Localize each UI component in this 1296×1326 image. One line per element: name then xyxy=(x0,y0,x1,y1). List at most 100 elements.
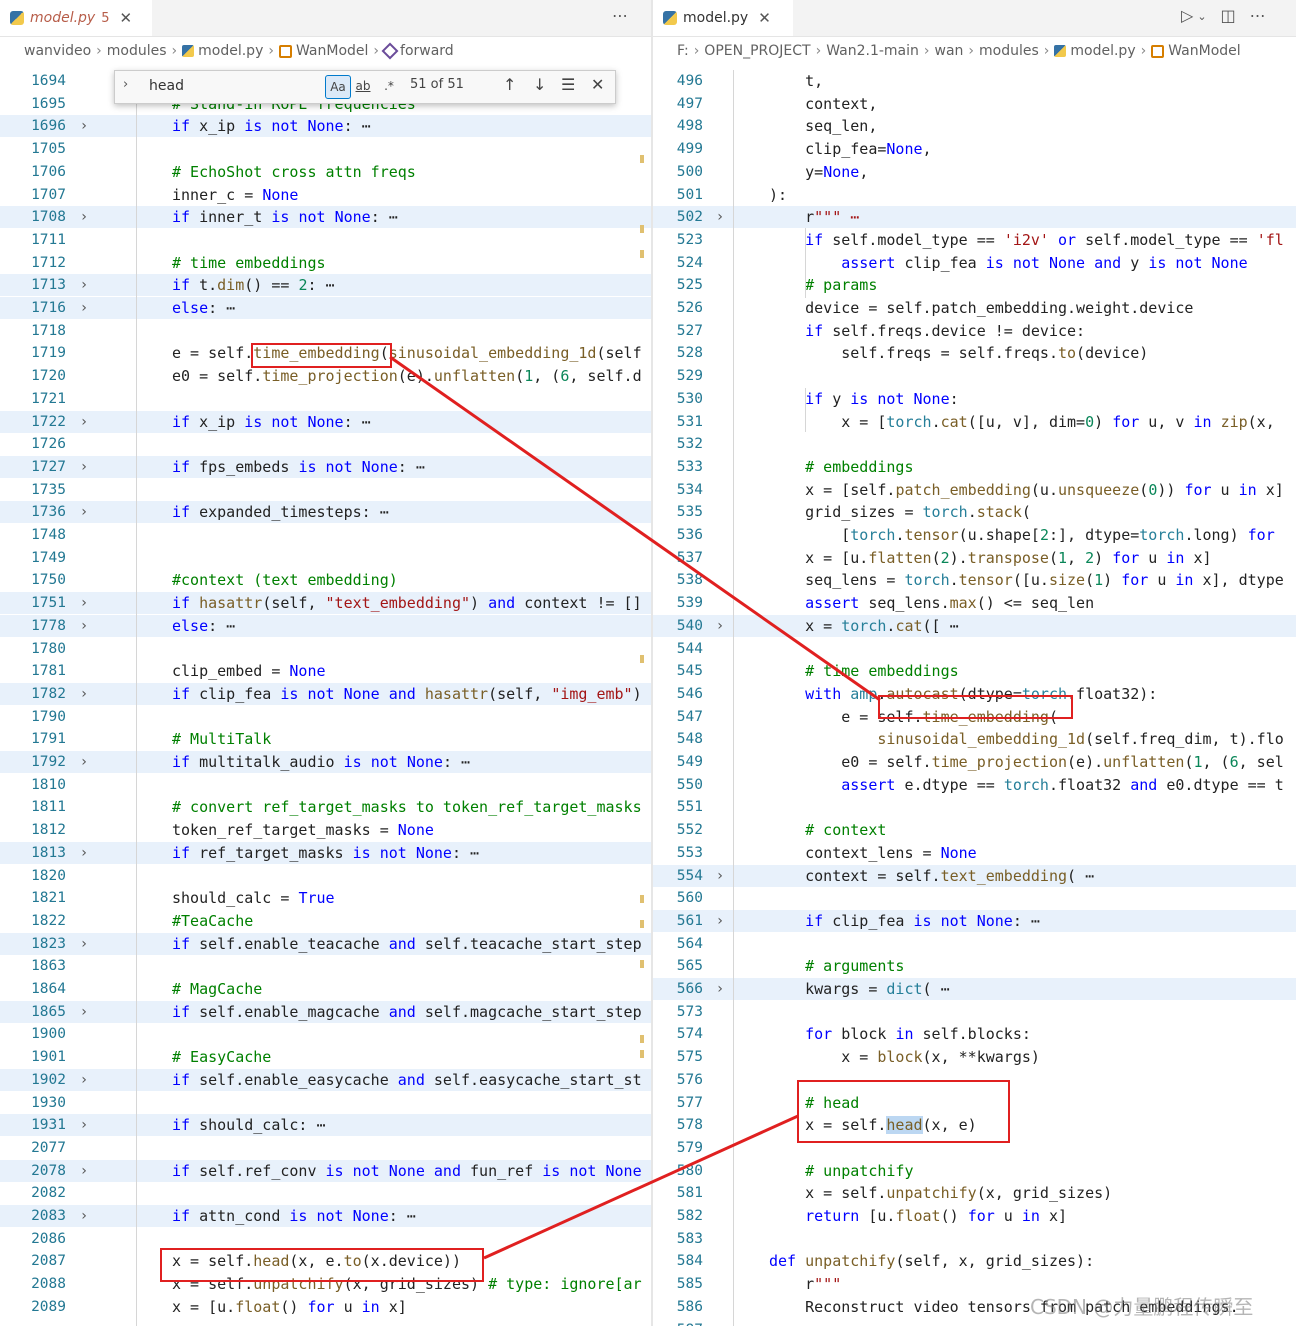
code-line[interactable]: 1708 › if inner_t is not None: ⋯ xyxy=(0,206,652,229)
fold-chevron-icon[interactable]: › xyxy=(77,297,91,319)
code-line[interactable]: 1930 xyxy=(0,1092,652,1114)
fold-chevron-icon[interactable]: › xyxy=(77,1160,91,1182)
code-line[interactable]: 1901 # EasyCache xyxy=(0,1046,652,1068)
code-line[interactable]: 498 seq_len, xyxy=(653,115,1296,137)
code-line[interactable]: 574 for block in self.blocks: xyxy=(653,1023,1296,1045)
code-line[interactable]: 1865 › if self.enable_magcache and self.ma… xyxy=(0,1000,652,1023)
fold-chevron-icon[interactable]: › xyxy=(713,865,727,887)
code-line[interactable]: 1863 xyxy=(0,955,652,977)
code-line[interactable]: 496 t, xyxy=(653,70,1296,92)
code-line[interactable]: 565 # arguments xyxy=(653,955,1296,977)
fold-chevron-icon[interactable]: › xyxy=(77,592,91,614)
code-line[interactable]: 1696 › if x_ip is not None: ⋯ xyxy=(0,115,652,138)
code-line[interactable]: 544 xyxy=(653,638,1296,660)
fold-chevron-icon[interactable]: › xyxy=(77,1114,91,1136)
code-line[interactable]: 1813 › if ref_target_masks is not None: ⋯ xyxy=(0,841,652,864)
code-line[interactable]: 1864 # MagCache xyxy=(0,978,652,1000)
code-line[interactable]: 1736 › if expanded_timesteps: ⋯ xyxy=(0,501,652,524)
code-line[interactable]: 1931 › if should_calc: ⋯ xyxy=(0,1114,652,1137)
split-editor-icon[interactable]: ◫ xyxy=(1221,6,1236,25)
code-line[interactable]: 581 x = self.unpatchify(x, grid_sizes) xyxy=(653,1182,1296,1204)
code-editor-left[interactable]: 16941695# Stand-in RoPE frequencies1696›… xyxy=(0,70,652,1326)
code-line[interactable]: 1900 xyxy=(0,1023,652,1045)
code-line[interactable]: 1782 › if clip_fea is not None and hasattr… xyxy=(0,682,652,705)
code-line[interactable]: 497 context, xyxy=(653,93,1296,115)
code-line[interactable]: 500 y=None, xyxy=(653,161,1296,183)
code-line[interactable]: 582 return [u.float() for u in x] xyxy=(653,1205,1296,1227)
code-line[interactable]: 1778 › else: ⋯ xyxy=(0,614,652,637)
close-find-icon[interactable]: ✕ xyxy=(591,75,604,94)
code-line[interactable]: 564 xyxy=(653,933,1296,955)
code-line[interactable]: 537 x = [u.flatten(2).transpose(1, 2) fo… xyxy=(653,547,1296,569)
toggle-replace-icon[interactable]: › xyxy=(123,77,128,92)
fold-chevron-icon[interactable]: › xyxy=(77,1205,91,1227)
code-line[interactable]: 584 def unpatchify(self, x, grid_sizes): xyxy=(653,1250,1296,1272)
code-line[interactable]: 548 sinusoidal_embedding_1d(self.freq_di… xyxy=(653,728,1296,750)
breadcrumb-item[interactable]: Wan2.1-main xyxy=(826,43,919,59)
code-line[interactable]: 1718 xyxy=(0,320,652,342)
chevron-down-icon[interactable]: ⌄ xyxy=(1197,10,1206,25)
fold-chevron-icon[interactable]: › xyxy=(77,456,91,478)
code-line[interactable]: 1706 # EchoShot cross attn freqs xyxy=(0,161,652,183)
next-match-icon[interactable]: ↓ xyxy=(533,75,546,94)
code-line[interactable]: 502 › r""" ⋯ xyxy=(653,206,1296,229)
code-line[interactable]: 573 xyxy=(653,1001,1296,1023)
code-line[interactable]: 1735 xyxy=(0,479,652,501)
code-line[interactable]: 499 clip_fea=None, xyxy=(653,138,1296,160)
code-line[interactable]: 552 # context xyxy=(653,819,1296,841)
code-line[interactable]: 527 if self.freqs.device != device: xyxy=(653,320,1296,342)
code-line[interactable]: 566 › kwargs = dict( ⋯ xyxy=(653,978,1296,1000)
code-line[interactable]: 1726 xyxy=(0,433,652,455)
code-line[interactable]: 1820 xyxy=(0,865,652,887)
code-line[interactable]: 523 if self.model_type == 'i2v' or self.… xyxy=(653,229,1296,251)
code-line[interactable]: 1749 xyxy=(0,547,652,569)
code-line[interactable]: 530 if y is not None: xyxy=(653,388,1296,410)
breadcrumb-item[interactable]: WanModel xyxy=(296,43,368,59)
code-line[interactable]: 1780 xyxy=(0,638,652,660)
code-line[interactable]: 1748 xyxy=(0,524,652,546)
code-line[interactable]: 2077 xyxy=(0,1137,652,1159)
code-line[interactable]: 1810 xyxy=(0,774,652,796)
code-line[interactable]: 553 context_lens = None xyxy=(653,842,1296,864)
code-line[interactable]: 2083 › if attn_cond is not None: ⋯ xyxy=(0,1205,652,1227)
code-line[interactable]: 2089 x = [u.float() for u in x] xyxy=(0,1296,652,1318)
whole-word-toggle[interactable]: ab xyxy=(351,75,375,97)
fold-chevron-icon[interactable]: › xyxy=(77,615,91,637)
code-line[interactable]: 524 assert clip_fea is not None and y is… xyxy=(653,252,1296,274)
breadcrumb-item[interactable]: modules xyxy=(979,43,1039,59)
code-line[interactable]: 1812 token_ref_target_masks = None xyxy=(0,819,652,841)
code-line[interactable]: 529 xyxy=(653,365,1296,387)
breadcrumb-item[interactable]: wan xyxy=(935,43,964,59)
code-line[interactable]: 1750 #context (text embedding) xyxy=(0,569,652,591)
breadcrumb-item[interactable]: modules xyxy=(107,43,167,59)
code-line[interactable]: 1716 › else: ⋯ xyxy=(0,297,652,319)
code-line[interactable]: 550 assert e.dtype == torch.float32 and … xyxy=(653,774,1296,796)
fold-chevron-icon[interactable]: › xyxy=(77,933,91,955)
tab-model-py-modified[interactable]: model.py 5 ✕ xyxy=(0,0,152,36)
code-line[interactable]: 1792 › if multitalk_audio is not None: ⋯ xyxy=(0,751,652,773)
code-line[interactable]: 1712 # time embeddings xyxy=(0,252,652,274)
fold-chevron-icon[interactable]: › xyxy=(77,683,91,705)
fold-chevron-icon[interactable]: › xyxy=(77,274,91,296)
code-line[interactable]: 1823 › if self.enable_teacache and self.te… xyxy=(0,932,652,955)
code-line[interactable]: 531 x = [torch.cat([u, v], dim=0) for u,… xyxy=(653,411,1296,433)
code-line[interactable]: 2082 xyxy=(0,1182,652,1204)
code-line[interactable]: 1902 › if self.enable_easycache and self.e… xyxy=(0,1068,652,1091)
code-line[interactable]: 560 xyxy=(653,887,1296,909)
breadcrumb-item[interactable]: WanModel xyxy=(1168,43,1240,59)
close-icon[interactable]: ✕ xyxy=(758,9,771,27)
breadcrumb-item[interactable]: OPEN_PROJECT xyxy=(704,43,810,59)
code-line[interactable]: 1705 xyxy=(0,138,652,160)
breadcrumb-item[interactable]: model.py xyxy=(1070,43,1135,59)
code-line[interactable]: 1721 xyxy=(0,388,652,410)
fold-chevron-icon[interactable]: › xyxy=(713,910,727,932)
code-line[interactable]: 549 e0 = self.time_projection(e).unflatt… xyxy=(653,751,1296,773)
code-line[interactable]: 538 seq_lens = torch.tensor([u.size(1) f… xyxy=(653,569,1296,591)
more-actions-icon[interactable]: ⋯ xyxy=(1250,6,1266,25)
match-case-toggle[interactable]: Aa xyxy=(325,75,351,99)
code-line[interactable]: 501): xyxy=(653,184,1296,206)
code-line[interactable]: 551 xyxy=(653,796,1296,818)
code-line[interactable]: 533 # embeddings xyxy=(653,456,1296,478)
fold-chevron-icon[interactable]: › xyxy=(77,206,91,228)
code-line[interactable]: 540 › x = torch.cat([ ⋯ xyxy=(653,614,1296,637)
